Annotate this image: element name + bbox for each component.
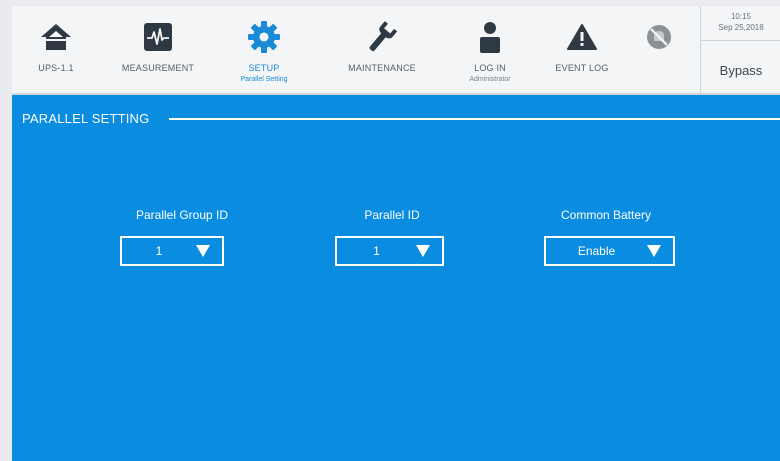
dropdown-arrow-icon (416, 245, 430, 257)
common-battery-label: Common Battery (560, 208, 652, 222)
ups-screen: UPS-1.1 MEASUREMENT SETUP Parallel Setti… (12, 6, 780, 461)
wrench-icon (365, 21, 399, 53)
parallel-id-field: Parallel ID (302, 208, 482, 222)
nav-maintenance-label: MAINTENANCE (348, 63, 416, 73)
common-battery-value: Enable (577, 244, 616, 258)
parallel-group-id-select[interactable]: 1 (120, 236, 224, 266)
nav-setup-label: SETUP (248, 63, 280, 73)
nav-measurement-label: MEASUREMENT (121, 63, 195, 73)
parallel-group-id-field: Parallel Group ID (92, 208, 272, 222)
parallel-id-select[interactable]: 1 (335, 236, 444, 266)
parallel-id-label: Parallel ID (364, 208, 420, 222)
nav-setup[interactable]: SETUP Parallel Setting (224, 6, 304, 93)
operating-mode: Bypass (719, 63, 763, 78)
mute-disabled-icon (644, 21, 674, 53)
mute-button[interactable] (634, 6, 684, 93)
parallel-id-value: 1 (373, 244, 380, 258)
nav-setup-sub: Parallel Setting (240, 76, 288, 83)
nav-ups[interactable]: UPS-1.1 (22, 6, 90, 93)
nav-login-sub: Administrator (469, 76, 511, 83)
parallel-group-id-value: 1 (155, 244, 163, 258)
gear-icon (247, 21, 281, 53)
nav-maintenance[interactable]: MAINTENANCE (332, 6, 432, 93)
top-navigation-bar: UPS-1.1 MEASUREMENT SETUP Parallel Setti… (12, 6, 780, 95)
clock-time: 10:15 (730, 12, 752, 21)
parallel-group-id-label: Parallel Group ID (135, 208, 229, 222)
dropdown-arrow-icon (196, 245, 210, 257)
section-divider (169, 118, 780, 120)
common-battery-field: Common Battery (516, 208, 696, 222)
nav-ups-label: UPS-1.1 (38, 63, 74, 73)
nav-login-label: LOG IN (474, 63, 506, 73)
waveform-monitor-icon (143, 21, 173, 53)
nav-eventlog[interactable]: EVENT LOG (542, 6, 622, 93)
section-title: PARALLEL SETTING (22, 111, 150, 126)
nav-eventlog-label: EVENT LOG (555, 63, 609, 73)
nav-login[interactable]: LOG IN Administrator (450, 6, 530, 93)
warning-icon (566, 21, 598, 53)
common-battery-select[interactable]: Enable (544, 236, 675, 266)
nav-measurement[interactable]: MEASUREMENT (108, 6, 208, 93)
home-icon (39, 21, 73, 53)
clock-date: Sep 25,2018 (718, 23, 764, 32)
status-box: 10:15 Sep 25,2018 Bypass (700, 6, 780, 93)
status-divider (701, 40, 780, 41)
dropdown-arrow-icon (647, 245, 661, 257)
user-icon (477, 21, 503, 53)
